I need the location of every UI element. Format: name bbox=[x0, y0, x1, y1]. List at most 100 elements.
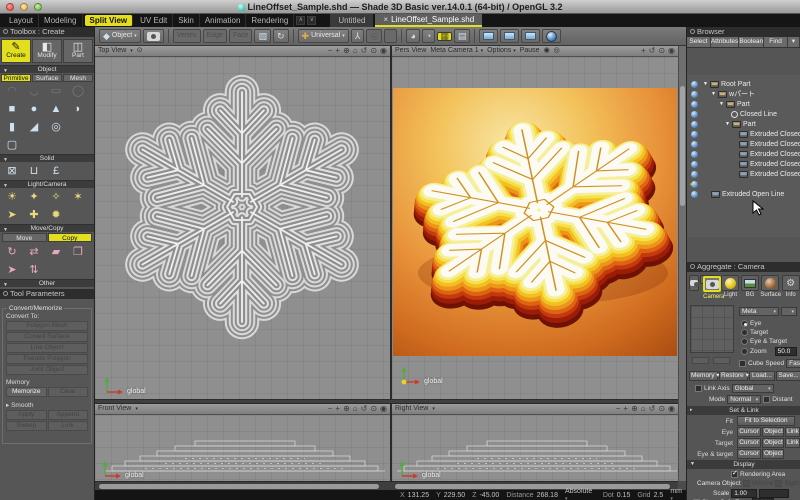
tree-item-part[interactable]: ▼Part bbox=[725, 119, 756, 129]
smooth-label[interactable]: ▸ Smooth bbox=[6, 401, 91, 409]
visibility-toggle[interactable] bbox=[691, 151, 698, 158]
radio-eye-target[interactable]: Eye & Target bbox=[741, 338, 787, 345]
workspace-tab-animation[interactable]: Animation bbox=[200, 14, 247, 27]
zoom-in-icon[interactable]: + bbox=[623, 404, 628, 414]
right-viewport[interactable]: global bbox=[392, 415, 678, 481]
radio-target[interactable]: Target bbox=[741, 329, 768, 336]
browser-tab-attributes[interactable]: Attributes bbox=[711, 37, 739, 47]
radio-icon[interactable] bbox=[741, 348, 748, 355]
edge-mode-button[interactable]: Edge bbox=[203, 29, 227, 43]
workspace-tab-layout[interactable]: Layout bbox=[4, 14, 39, 27]
move-button[interactable]: Move bbox=[2, 233, 47, 242]
pan-icon[interactable]: ⌂ bbox=[353, 46, 358, 56]
circle-line-tool-icon[interactable]: ◯ bbox=[68, 83, 88, 99]
visibility-toggle[interactable] bbox=[691, 81, 698, 88]
rendering-area-checkbox[interactable] bbox=[731, 471, 738, 478]
eye-object-button[interactable]: Object bbox=[762, 427, 784, 437]
cube-speed-checkbox[interactable] bbox=[739, 360, 746, 367]
magnify-icon[interactable]: ⊙ bbox=[370, 404, 377, 414]
magnify-icon[interactable]: ⊙ bbox=[370, 46, 377, 56]
camera-select[interactable]: Meta Camera 1 ▾ bbox=[430, 46, 483, 56]
toolbox-header[interactable]: Toolbox : Create bbox=[0, 27, 94, 37]
scale-transform-icon[interactable]: ⇅ bbox=[24, 262, 44, 278]
workspace-tab-uv-edit[interactable]: UV Edit bbox=[135, 14, 173, 27]
rotate-view-icon[interactable]: ↺ bbox=[361, 46, 368, 56]
zoom-area-icon[interactable]: ⊕ bbox=[343, 404, 350, 414]
preview-button-left[interactable] bbox=[692, 357, 709, 364]
workspace-tab-skin[interactable]: Skin bbox=[173, 14, 200, 27]
skeleton-tool-button[interactable]: ⅄ bbox=[351, 29, 365, 43]
workspace-tab-modeling[interactable]: Modeling bbox=[39, 14, 82, 27]
radio-zoom[interactable]: Zoom 50.0 bbox=[741, 347, 797, 356]
pers-viewport[interactable]: global bbox=[392, 57, 678, 399]
curve-tool-icon[interactable]: ◡ bbox=[24, 83, 44, 99]
spot-light-icon[interactable]: ✦ bbox=[24, 189, 44, 205]
view-select-caret-icon[interactable]: ▾ bbox=[135, 404, 138, 414]
four-view-layout-button[interactable]: ▦ bbox=[437, 32, 452, 41]
zoom-value-field[interactable]: 50.0 bbox=[775, 347, 797, 356]
modify-button[interactable]: ◧ Modify bbox=[32, 39, 62, 63]
workspace-tab-rendering[interactable]: Rendering bbox=[246, 14, 294, 27]
smooth-append-button[interactable]: Append bbox=[48, 410, 89, 420]
zoom-out-icon[interactable]: − bbox=[328, 46, 333, 56]
tree-item-part-jp[interactable]: ▼wパート bbox=[711, 89, 755, 99]
ambient-light-icon[interactable]: ✚ bbox=[24, 207, 44, 223]
view-settings-icon[interactable]: ⊙ bbox=[137, 46, 143, 56]
view-menu-icon[interactable]: ◉ bbox=[668, 46, 675, 56]
part-button[interactable]: ◫ Part bbox=[63, 39, 93, 63]
rotate-view-icon[interactable]: ↺ bbox=[649, 46, 656, 56]
object-mode-button[interactable]: ◆Object▾ bbox=[99, 29, 141, 43]
wedge-primitive-icon[interactable]: ◢ bbox=[24, 119, 44, 135]
options-menu[interactable]: Options ▾ bbox=[487, 46, 516, 56]
top-viewport-button[interactable] bbox=[521, 29, 540, 43]
panel-collapse-icon[interactable] bbox=[690, 29, 695, 34]
panel-collapse-icon[interactable] bbox=[690, 264, 695, 269]
volume-checkbox[interactable] bbox=[743, 480, 750, 487]
magnet-tool-button[interactable]: ◎ bbox=[366, 29, 382, 43]
pers-viewport-button[interactable] bbox=[500, 29, 519, 43]
convert-line-object-button[interactable]: Line Object bbox=[6, 343, 88, 353]
pause-button[interactable]: Pause bbox=[520, 46, 540, 56]
tab-mesh[interactable]: Mesh bbox=[63, 74, 93, 82]
sight-checkbox[interactable] bbox=[775, 480, 782, 487]
tree-item-extruded-closed[interactable]: Extruded Closed bbox=[739, 129, 800, 139]
workspace-tab-split-view[interactable]: Split View bbox=[85, 15, 134, 26]
visibility-toggle[interactable] bbox=[691, 141, 698, 148]
section-other[interactable]: ▼Other bbox=[0, 279, 94, 287]
eye-target-object-button[interactable]: Object bbox=[762, 449, 784, 459]
browser-tab-boolean[interactable]: Boolean bbox=[739, 37, 764, 47]
pers-view-label[interactable]: Pers View bbox=[395, 46, 426, 56]
tree-item-extruded-closed[interactable]: Extruded Closed bbox=[739, 149, 800, 159]
link-axis-checkbox[interactable] bbox=[695, 385, 702, 392]
aggregate-mini-camera-icon[interactable] bbox=[688, 275, 699, 291]
view-select-caret-icon[interactable]: ▾ bbox=[432, 404, 435, 414]
meta-camera-select[interactable]: Meta▾ bbox=[739, 307, 779, 316]
mode-select[interactable]: Normal▾ bbox=[727, 395, 761, 404]
visibility-toggle[interactable] bbox=[691, 111, 698, 118]
sun-light-icon[interactable]: ☀ bbox=[2, 189, 22, 205]
cube-speed-select[interactable]: Fast bbox=[786, 359, 800, 368]
eye-target-cursor-button[interactable]: Cursor bbox=[737, 449, 761, 459]
target-cursor-button[interactable]: Cursor bbox=[737, 438, 761, 448]
panel-collapse-icon[interactable] bbox=[3, 29, 8, 34]
visibility-toggle[interactable] bbox=[691, 191, 698, 198]
tree-item-extruded-closed[interactable]: Extruded Closed bbox=[739, 139, 800, 149]
solid-cup-icon[interactable]: ⊔ bbox=[24, 163, 44, 179]
arc-tool-icon[interactable]: ◠ bbox=[2, 83, 22, 99]
restore-button[interactable]: Restore ▾ bbox=[719, 371, 748, 381]
vertex-mode-button[interactable]: Vertex bbox=[173, 29, 201, 43]
rotate-view-icon[interactable]: ↺ bbox=[361, 404, 368, 414]
zoom-in-icon[interactable]: + bbox=[335, 46, 340, 56]
zoom-area-icon[interactable]: ⊕ bbox=[631, 404, 638, 414]
magnify-icon[interactable]: ⊙ bbox=[658, 46, 665, 56]
single-view-layout-button[interactable]: ▤ bbox=[454, 29, 471, 43]
torus-primitive-icon[interactable]: ◎ bbox=[46, 119, 66, 135]
cone-primitive-icon[interactable]: ▲ bbox=[46, 101, 66, 117]
visibility-toggle[interactable] bbox=[691, 101, 698, 108]
visibility-toggle[interactable] bbox=[691, 161, 698, 168]
unit-select[interactable]: mm ▾ bbox=[670, 488, 686, 500]
distant-light-icon[interactable]: ✹ bbox=[46, 207, 66, 223]
radio-eye[interactable]: Eye bbox=[741, 320, 761, 327]
meta-sub-select[interactable]: ▾ bbox=[781, 307, 797, 316]
select-tool-button[interactable]: ▧ bbox=[254, 29, 271, 43]
